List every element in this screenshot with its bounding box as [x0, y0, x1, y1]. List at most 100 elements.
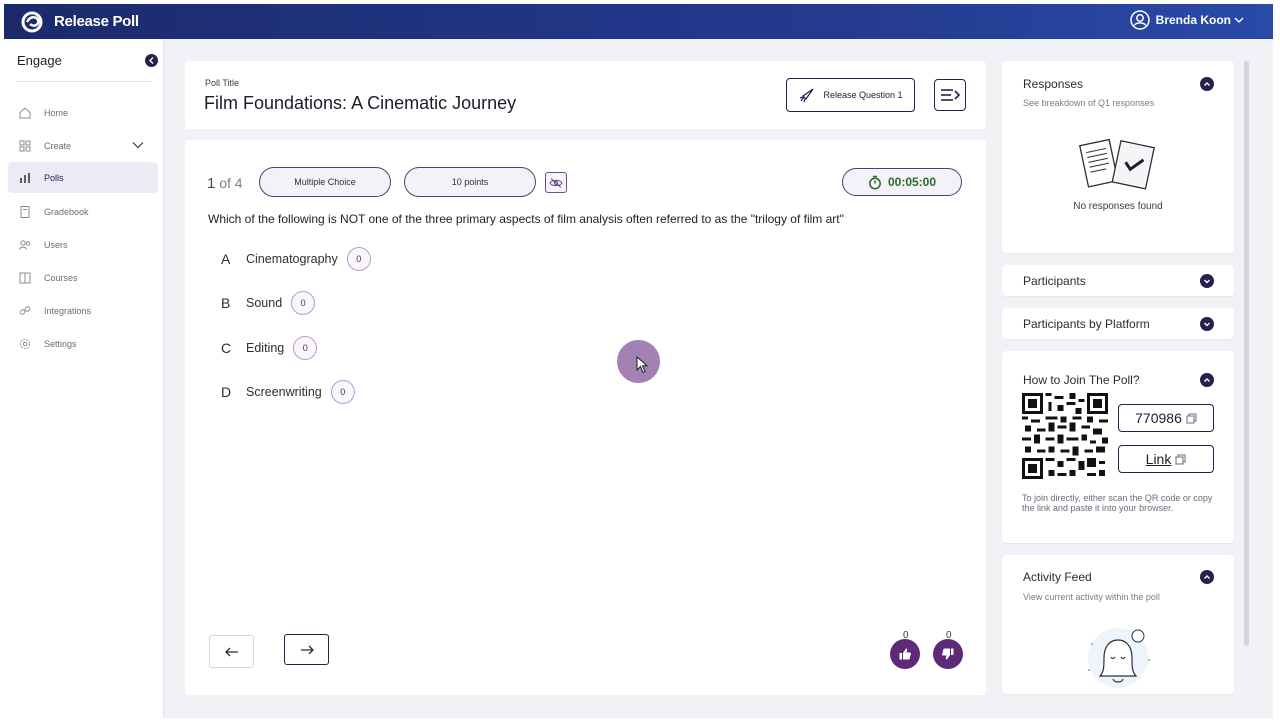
bell-icon	[1088, 628, 1150, 688]
chevron-up-icon	[1204, 82, 1210, 86]
responses-toggle[interactable]	[1200, 77, 1214, 91]
sidebar-item-users[interactable]: Users	[8, 229, 158, 260]
option-text: Editing	[246, 341, 285, 355]
participants-toggle[interactable]	[1200, 274, 1214, 288]
sidebar-item-label: Polls	[44, 172, 64, 183]
chevron-down-icon	[132, 142, 144, 149]
release-question-label: Release Question 1	[823, 90, 903, 100]
option-letter: A	[221, 251, 231, 267]
user-avatar-icon	[1129, 10, 1150, 30]
mouse-cursor-icon	[636, 356, 648, 374]
option-text: Screenwriting	[246, 385, 322, 399]
participants-platform-toggle[interactable]	[1200, 317, 1214, 331]
poll-title-label: Poll Title	[205, 78, 240, 88]
sidebar-item-label: Settings	[44, 338, 77, 349]
timer-pill[interactable]: 00:05:00	[842, 168, 962, 196]
collapse-sidebar-button[interactable]	[145, 54, 158, 67]
question-list-button[interactable]	[934, 79, 966, 111]
thumbs-down-icon	[942, 648, 954, 660]
sidebar-item-home[interactable]: Home	[8, 97, 158, 128]
question-text: Which of the following is NOT one of the…	[208, 212, 844, 226]
option-text: Sound	[246, 296, 283, 310]
hide-results-button[interactable]	[545, 172, 567, 193]
sidebar-item-label: Users	[44, 239, 68, 250]
timer-value: 00:05:00	[887, 175, 937, 189]
thumbs-up-icon	[899, 648, 911, 660]
question-card: 1 of 4 Multiple Choice 10 points 00:05:0…	[185, 140, 986, 695]
like-button[interactable]	[890, 639, 920, 669]
sidebar-item-courses[interactable]: Courses	[8, 262, 158, 293]
sidebar-item-label: Home	[44, 107, 69, 118]
sidebar-item-polls[interactable]: Polls	[8, 162, 158, 193]
option-letter: C	[221, 340, 232, 356]
sidebar: Engage Home Create Polls Gradebook Users	[4, 39, 164, 718]
activity-feed-subtitle: View current activity within the poll	[1023, 592, 1160, 602]
sidebar-item-label: Integrations	[44, 305, 92, 316]
gear-icon	[20, 338, 30, 349]
home-icon	[19, 106, 31, 118]
question-total: of 4	[219, 175, 243, 191]
join-code-box[interactable]: 770986	[1118, 404, 1214, 432]
join-link-box[interactable]: Link	[1118, 445, 1214, 473]
chevron-up-icon	[1204, 575, 1210, 579]
copy-icon	[1186, 413, 1197, 423]
option-response-count: 0	[293, 336, 318, 360]
copy-icon	[1175, 454, 1186, 464]
join-poll-title: How to Join The Poll?	[1023, 373, 1140, 387]
chevron-down-icon	[1204, 322, 1210, 327]
sidebar-item-create[interactable]: Create	[8, 130, 158, 161]
users-icon	[19, 239, 31, 250]
chevron-up-icon	[1204, 378, 1210, 382]
right-panel-scrollbar[interactable]	[1244, 61, 1249, 646]
answer-option-d: D Screenwriting 0	[221, 380, 355, 404]
sidebar-item-integrations[interactable]: Integrations	[8, 295, 158, 326]
release-question-button[interactable]: Release Question 1	[786, 78, 915, 112]
option-response-count: 0	[346, 247, 371, 271]
answer-option-b: B Sound 0	[221, 291, 316, 315]
sidebar-item-gradebook[interactable]: Gradebook	[8, 196, 158, 227]
activity-feed-title: Activity Feed	[1023, 570, 1092, 584]
dislike-button[interactable]	[933, 639, 963, 669]
question-type-pill[interactable]: Multiple Choice	[259, 167, 391, 197]
chevron-down-icon	[1204, 279, 1210, 284]
question-index: 1	[207, 175, 216, 192]
book-icon	[20, 205, 30, 218]
arrow-left-icon	[224, 647, 238, 656]
grid-icon	[19, 140, 31, 151]
bar-chart-icon	[20, 172, 30, 183]
sidebar-divider	[16, 81, 151, 82]
sidebar-item-label: Gradebook	[44, 206, 89, 217]
link-icon	[19, 305, 31, 315]
next-question-button[interactable]	[284, 634, 329, 665]
join-poll-toggle[interactable]	[1200, 373, 1214, 387]
participants-platform-title: Participants by Platform	[1023, 317, 1150, 331]
qr-code-icon	[1022, 393, 1108, 479]
join-code: 770986	[1135, 410, 1182, 426]
app-logo-icon	[21, 11, 43, 33]
chevron-left-icon	[149, 57, 154, 64]
answer-option-a: A Cinematography 0	[221, 247, 371, 271]
sidebar-item-label: Create	[44, 140, 72, 151]
activity-feed-panel: Activity Feed View current activity with…	[1002, 555, 1234, 694]
user-menu[interactable]: Brenda Koon	[1129, 10, 1251, 30]
rocket-icon	[800, 88, 814, 103]
courses-icon	[19, 272, 31, 283]
question-points-pill[interactable]: 10 points	[404, 167, 536, 197]
sidebar-item-settings[interactable]: Settings	[8, 328, 158, 359]
poll-title-card: Poll Title Film Foundations: A Cinematic…	[185, 61, 986, 129]
responses-title: Responses	[1023, 77, 1084, 91]
previous-question-button[interactable]	[209, 635, 254, 668]
responses-subtitle: See breakdown of Q1 responses	[1023, 98, 1155, 108]
app-title: Release Poll	[54, 13, 139, 30]
responses-panel: Responses See breakdown of Q1 responses …	[1002, 61, 1234, 253]
eye-off-icon	[549, 177, 563, 188]
arrow-right-icon	[300, 645, 314, 654]
participants-platform-panel[interactable]: Participants by Platform	[1002, 308, 1234, 339]
option-response-count: 0	[330, 380, 355, 404]
participants-panel[interactable]: Participants	[1002, 265, 1234, 296]
activity-feed-toggle[interactable]	[1200, 570, 1214, 584]
join-poll-panel: How to Join The Poll? 770986 Link To joi…	[1002, 351, 1234, 543]
list-menu-icon	[941, 89, 961, 101]
chevron-down-icon	[1234, 17, 1244, 23]
join-link: Link	[1145, 451, 1172, 467]
